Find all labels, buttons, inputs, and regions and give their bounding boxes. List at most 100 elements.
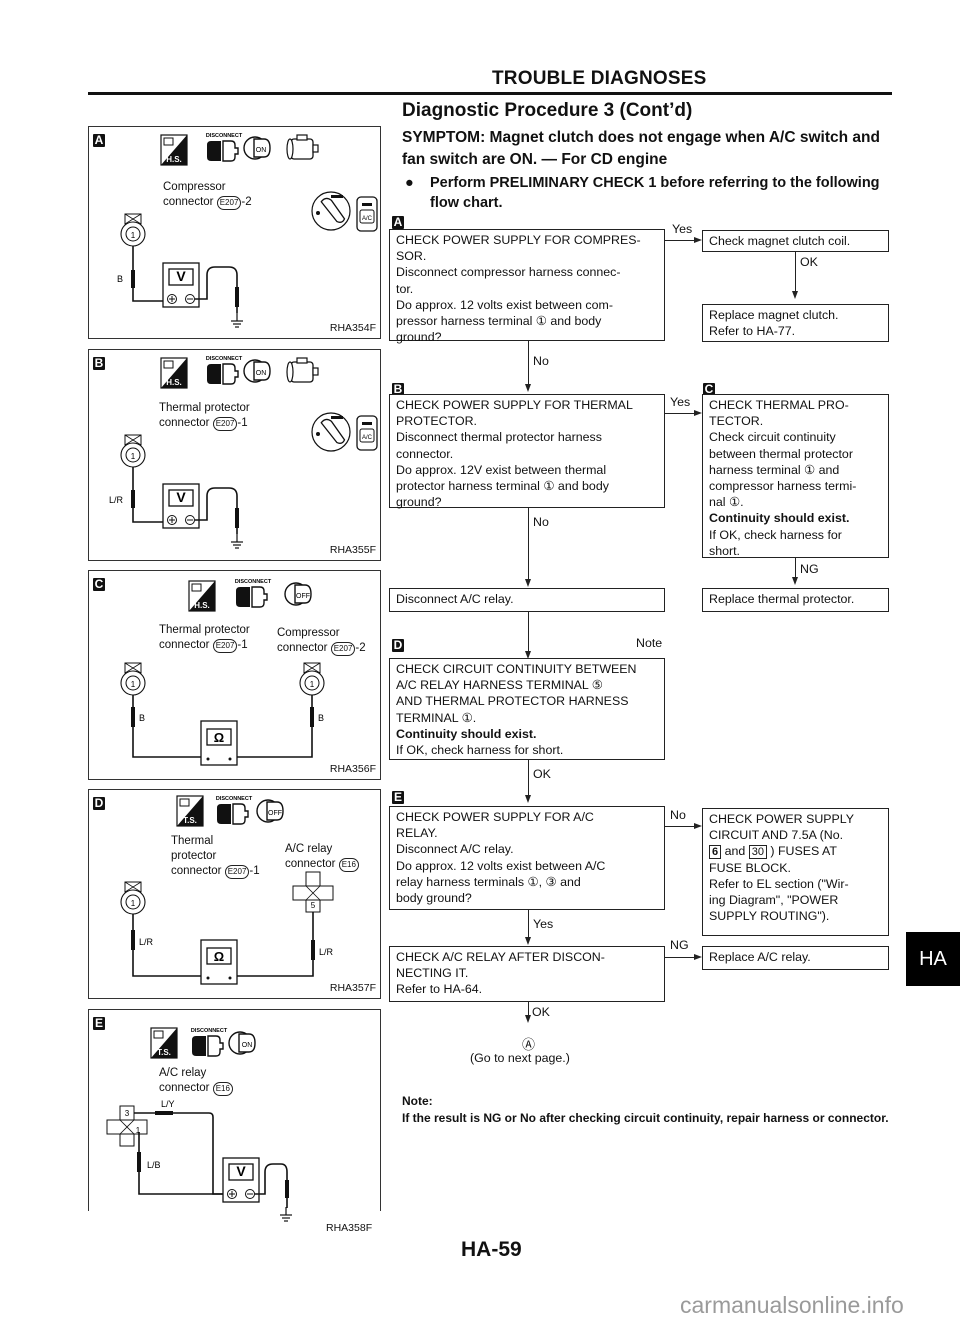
ac-switch-icon — [356, 415, 378, 451]
connector-line — [528, 760, 530, 796]
left-connector-name-1: Thermal — [171, 835, 214, 847]
ignition-label: ON — [256, 370, 267, 377]
bold-line: Continuity should exist. — [709, 511, 850, 526]
line: relay harness terminals ①, ③ and — [396, 874, 581, 889]
yes-label: Yes — [533, 917, 554, 931]
disconnect-icon — [206, 140, 239, 162]
meter-label: V — [176, 489, 186, 505]
disconnect-label: DISCONNECT — [206, 133, 243, 139]
page-number: HA-59 — [461, 1238, 522, 1261]
go-to-next-page[interactable]: (Go to next page.) — [470, 1051, 570, 1065]
connector-name: Thermal protector — [159, 402, 250, 414]
right-connector-id: E207 — [330, 642, 356, 656]
disconnect-label: DISCONNECT — [191, 1028, 228, 1034]
line: SOR. — [396, 249, 427, 264]
connector-word: connector — [159, 639, 210, 651]
right-connector-suffix: -2 — [355, 642, 366, 654]
line: tor. — [396, 281, 414, 296]
line: CHECK THERMAL PRO- — [709, 398, 849, 412]
ignition-label: ON — [242, 1042, 253, 1049]
figure-code: RHA355F — [329, 544, 376, 556]
line-tail: ) FUSES AT — [770, 844, 837, 859]
line: NECTING IT. — [396, 966, 469, 981]
connector-line — [528, 508, 530, 580]
engine-running-icon — [286, 357, 319, 383]
line: CHECK POWER SUPPLY — [709, 812, 855, 826]
arrow-down-icon — [525, 384, 531, 392]
flow-step-check-magnet-clutch: Check magnet clutch coil. — [702, 230, 889, 252]
line: Disconnect thermal protector harness — [396, 430, 602, 445]
arrow-down-icon — [792, 577, 798, 585]
step-text: Check magnet clutch coil. — [709, 234, 851, 248]
connector-suffix: -2 — [241, 196, 252, 208]
right-connector-label: connector E207 -2 — [277, 641, 366, 656]
fuse-number-6: 6 — [709, 845, 722, 860]
connector-name: A/C relay — [159, 1067, 207, 1079]
connector-line — [795, 558, 797, 578]
fuse-number-30: 30 — [748, 845, 767, 860]
header-rule — [88, 92, 892, 95]
connector-label: connector E207 -2 — [163, 195, 252, 210]
line: CHECK CIRCUIT CONTINUITY BETWEEN — [396, 662, 637, 676]
ng-label: NG — [670, 938, 689, 952]
step-text: Disconnect A/C relay. — [396, 592, 514, 606]
diagram-panel-a: A H.S. DISCONNECT ON 1 B V Compressor co… — [88, 126, 381, 339]
fan-switch-icon — [311, 191, 351, 231]
arrow-right-icon — [694, 237, 702, 243]
connector-line — [665, 957, 695, 959]
note-body: If the result is NG or No after checking… — [402, 1111, 889, 1125]
left-connector-id: E207 — [212, 639, 238, 653]
arrow-right-icon — [694, 823, 702, 829]
line: Refer to HA-64. — [396, 982, 483, 997]
procedure-title: Diagnostic Procedure 3 (Cont’d) — [402, 100, 693, 121]
line: body ground? — [396, 891, 472, 906]
line: CHECK POWER SUPPLY FOR COMPRES- — [396, 233, 641, 247]
diagram-panel-b: B H.S. DISCONNECT ON 1 L/R V Thermal pro… — [88, 349, 381, 561]
step-badge-e: E — [392, 790, 404, 804]
arrow-right-icon — [694, 954, 702, 960]
connector-line — [665, 240, 695, 242]
section-tab: HA — [906, 932, 960, 986]
watermark: carmanualsonline.info — [680, 1292, 904, 1318]
arrow-down-icon — [792, 291, 798, 299]
hs-label: H.S. — [194, 601, 210, 610]
engine-running-icon — [286, 134, 319, 160]
flow-step-replace-relay: Replace A/C relay. — [702, 946, 889, 970]
ignition-label: ON — [256, 147, 267, 154]
line: Check circuit continuity — [709, 430, 836, 445]
ignition-label: OFF — [296, 593, 310, 600]
flow-step-check-power-supply-circuit: CHECK POWER SUPPLY CIRCUIT AND 7.5A (No.… — [702, 808, 889, 936]
right-terminal-number: 5 — [311, 901, 316, 910]
diagram-panel-d: D T.S. DISCONNECT OFF 1 5 L/R L/R Ω Ther… — [88, 789, 381, 999]
line: connector. — [396, 446, 454, 461]
right-connector-name: A/C relay — [285, 843, 333, 855]
wire-mid-color: L/B — [147, 1160, 161, 1170]
wire-color-label: L/R — [109, 495, 124, 505]
connector-id: E207 — [212, 417, 238, 431]
disconnect-label: DISCONNECT — [235, 579, 272, 585]
yes-label: Yes — [670, 395, 691, 409]
line: Refer to HA-77. — [709, 324, 796, 339]
line: RELAY. — [396, 826, 438, 841]
left-wire-color: L/R — [139, 937, 154, 947]
line: AND THERMAL PROTECTOR HARNESS — [396, 694, 629, 709]
figure-code: RHA358F — [326, 1222, 373, 1234]
ok-label: OK — [532, 1005, 550, 1019]
line: Refer to EL section ("Wir- — [709, 876, 849, 891]
left-wire-color: B — [139, 713, 145, 723]
connector-word: connector — [159, 417, 210, 429]
ts-label: T.S. — [157, 1048, 171, 1057]
right-connector-name: Compressor — [277, 627, 340, 639]
ignition-label: OFF — [268, 810, 282, 817]
and-word: and — [724, 844, 746, 859]
terminal-top-number: 3 — [125, 1109, 130, 1118]
line: short. — [709, 543, 740, 558]
yes-label: Yes — [672, 222, 693, 236]
bullet-icon: ● — [405, 175, 414, 191]
section-title: TROUBLE DIAGNOSES — [492, 68, 707, 89]
right-connector-label: connector E16 — [285, 857, 359, 872]
note-title: Note: — [402, 1094, 433, 1108]
arrow-right-icon — [694, 410, 702, 416]
step-text: Replace thermal protector. — [709, 592, 855, 606]
line: TECTOR. — [709, 414, 764, 429]
